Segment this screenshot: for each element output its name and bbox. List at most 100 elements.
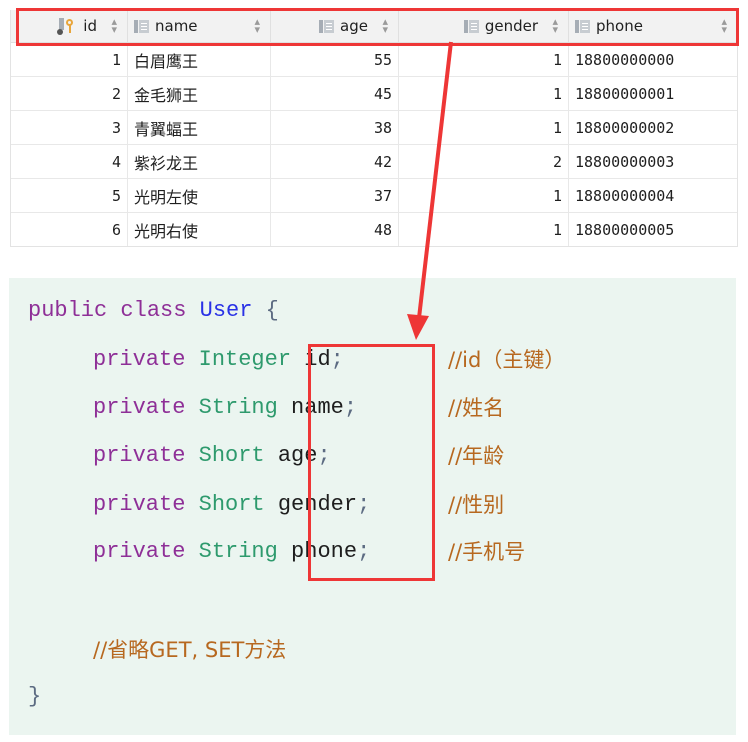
cell-id[interactable]: 3	[11, 111, 128, 144]
close-brace: }	[28, 684, 42, 709]
cell-age[interactable]: 37	[271, 179, 399, 212]
field-declaration-line: private String name;	[93, 395, 357, 421]
cell-id[interactable]: 6	[11, 213, 128, 246]
field-name: age	[277, 443, 318, 468]
field-type: Short	[198, 443, 265, 468]
comment: //手机号	[448, 540, 526, 564]
cell-gender[interactable]: 1	[399, 43, 569, 76]
cell-name[interactable]: 光明左使	[128, 179, 271, 212]
access-modifier: private	[93, 443, 186, 468]
table-body: 1 白眉鹰王 55 1 18800000000 2 金毛狮王 45 1 18800000001 3 青…	[11, 43, 737, 246]
field-declaration-line: private Integer id;	[93, 347, 344, 373]
cell-id[interactable]: 1	[11, 43, 128, 76]
comment: //省略GET, SET方法	[93, 638, 287, 662]
field-type: String	[198, 395, 278, 420]
column-header-label: gender	[484, 17, 538, 35]
cell-id[interactable]: 5	[11, 179, 128, 212]
comment: //年龄	[448, 444, 505, 468]
class-declaration-line: public class User {	[28, 298, 279, 324]
field-comment: //id（主键）	[448, 347, 565, 375]
semicolon: ;	[343, 395, 358, 420]
field-comment: //姓名	[448, 395, 504, 423]
cell-gender[interactable]: 1	[399, 213, 569, 246]
sort-icon[interactable]: ▴ ▾	[254, 16, 260, 35]
access-modifier: private	[93, 395, 186, 420]
table-header: id ▴ ▾ name ▴ ▾ age ▴ ▾ gender ▴ ▾ phone ▴ ▾	[11, 10, 737, 43]
cell-name[interactable]: 白眉鹰王	[128, 43, 271, 76]
column-header-gender[interactable]: gender ▴ ▾	[399, 10, 569, 42]
cell-age[interactable]: 42	[271, 145, 399, 178]
column-header-id[interactable]: id ▴ ▾	[11, 10, 128, 42]
semicolon: ;	[330, 347, 344, 372]
cell-phone[interactable]: 18800000004	[569, 179, 737, 212]
field-name: phone	[291, 539, 358, 564]
column-icon	[134, 19, 149, 33]
cell-phone[interactable]: 18800000005	[569, 213, 737, 246]
field-type: String	[198, 539, 278, 564]
comment: //性别	[448, 493, 505, 517]
column-header-phone[interactable]: phone ▴ ▾	[569, 10, 737, 42]
table-row[interactable]: 2 金毛狮王 45 1 18800000001	[11, 77, 737, 111]
cell-age[interactable]: 48	[271, 213, 399, 246]
field-comment: //手机号	[448, 539, 525, 567]
field-comment: //年龄	[448, 443, 504, 471]
open-brace: {	[265, 298, 279, 323]
field-name: id	[304, 347, 331, 372]
table-row[interactable]: 3 青翼蝠王 38 1 18800000002	[11, 111, 737, 145]
cell-id[interactable]: 4	[11, 145, 128, 178]
access-modifier: private	[93, 347, 186, 372]
cell-age[interactable]: 38	[271, 111, 399, 144]
data-table: id ▴ ▾ name ▴ ▾ age ▴ ▾ gender ▴ ▾ phone ▴ ▾ …	[10, 10, 738, 247]
sort-icon[interactable]: ▴ ▾	[721, 16, 727, 35]
access-modifier: private	[93, 539, 186, 564]
column-header-age[interactable]: age ▴ ▾	[271, 10, 399, 42]
class-name: User	[199, 298, 253, 323]
cell-id[interactable]: 2	[11, 77, 128, 110]
comment: //id（主键）	[448, 348, 566, 372]
cell-age[interactable]: 55	[271, 43, 399, 76]
column-icon	[319, 19, 335, 33]
column-header-label: id	[83, 17, 97, 35]
field-declaration-line: private Short gender;	[93, 492, 370, 518]
access-modifier: private	[93, 492, 186, 517]
cell-phone[interactable]: 18800000002	[569, 111, 737, 144]
field-comment: //性别	[448, 492, 504, 520]
cell-phone[interactable]: 18800000000	[569, 43, 737, 76]
column-header-label: name	[155, 17, 198, 35]
column-header-label: age	[340, 17, 368, 35]
column-icon	[463, 19, 479, 33]
cell-name[interactable]: 紫衫龙王	[128, 145, 271, 178]
cell-gender[interactable]: 1	[399, 77, 569, 110]
cell-phone[interactable]: 18800000003	[569, 145, 737, 178]
field-name: gender	[277, 492, 358, 517]
cell-gender[interactable]: 1	[399, 179, 569, 212]
omit-comment-line: //省略GET, SET方法	[93, 637, 286, 665]
column-icon	[575, 19, 590, 33]
column-header-label: phone	[596, 17, 643, 35]
code-block: public class User { private Integer id; /…	[9, 278, 736, 735]
cell-name[interactable]: 青翼蝠王	[128, 111, 271, 144]
cell-gender[interactable]: 2	[399, 145, 569, 178]
field-type: Integer	[198, 347, 292, 372]
sort-icon[interactable]: ▴ ▾	[552, 16, 558, 35]
primary-key-column-icon	[57, 18, 77, 35]
sort-icon[interactable]: ▴ ▾	[382, 16, 388, 35]
sort-icon[interactable]: ▴ ▾	[111, 16, 117, 35]
column-header-name[interactable]: name ▴ ▾	[128, 10, 271, 42]
keyword: public	[28, 298, 108, 323]
semicolon: ;	[357, 492, 371, 517]
field-type: Short	[198, 492, 265, 517]
table-row[interactable]: 6 光明右使 48 1 18800000005	[11, 213, 737, 246]
field-declaration-line: private Short age;	[93, 443, 331, 469]
table-row[interactable]: 4 紫衫龙王 42 2 18800000003	[11, 145, 737, 179]
cell-gender[interactable]: 1	[399, 111, 569, 144]
semicolon: ;	[317, 443, 331, 468]
table-row[interactable]: 1 白眉鹰王 55 1 18800000000	[11, 43, 737, 77]
table-row[interactable]: 5 光明左使 37 1 18800000004	[11, 179, 737, 213]
cell-name[interactable]: 光明右使	[128, 213, 271, 246]
cell-age[interactable]: 45	[271, 77, 399, 110]
field-declaration-line: private String phone;	[93, 539, 370, 565]
cell-name[interactable]: 金毛狮王	[128, 77, 271, 110]
comment: //姓名	[448, 396, 505, 420]
cell-phone[interactable]: 18800000001	[569, 77, 737, 110]
